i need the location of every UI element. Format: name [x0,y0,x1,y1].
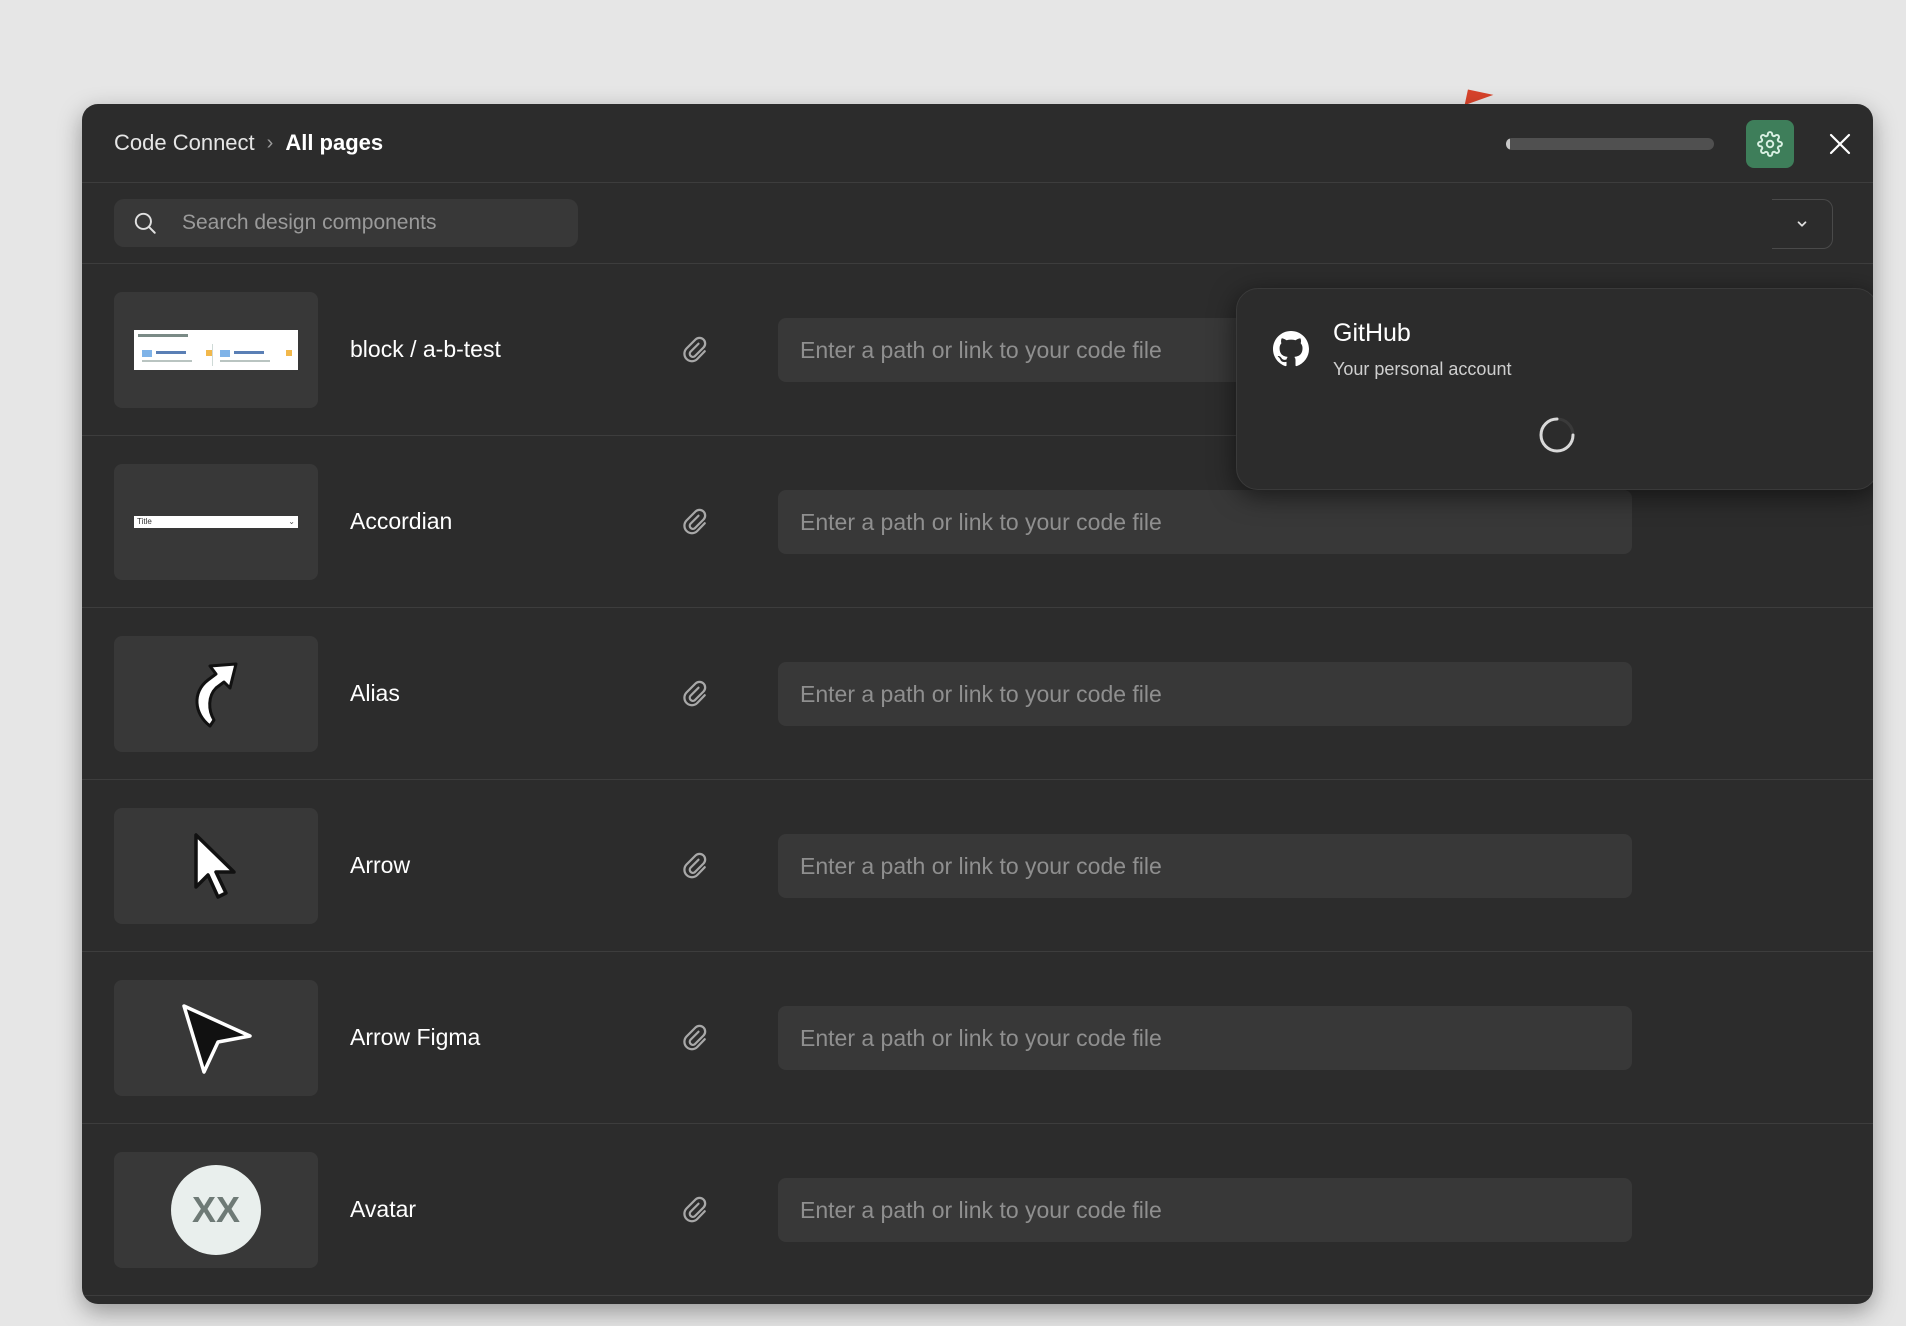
link-button[interactable] [676,1190,716,1230]
progress-bar [1506,138,1714,150]
component-thumbnail [114,980,318,1096]
alias-arrow-icon [195,662,238,728]
component-name: block / a-b-test [350,336,501,362]
modal-header: Code Connect › All pages [82,104,1873,183]
code-path-input[interactable] [778,490,1632,554]
search-input[interactable] [180,210,564,236]
close-icon [1829,133,1851,155]
link-button[interactable] [676,1018,716,1058]
accordion-preview: Title ⌄ [134,516,298,528]
chevron-down-icon: ⌄ [288,517,295,526]
link-button[interactable] [676,502,716,542]
link-button[interactable] [676,330,716,370]
component-name: Avatar [350,1196,417,1222]
component-row: Arrow Figma [82,952,1873,1124]
avatar-preview: XX [171,1165,261,1255]
link-button[interactable] [676,674,716,714]
link-icon [683,1196,707,1223]
accordion-preview-title: Title [137,517,152,526]
component-thumbnail: XX [114,1152,318,1268]
chevron-down-icon [1797,221,1807,227]
cursor-arrow-icon [194,833,236,899]
filter-dropdown[interactable] [1772,199,1833,249]
component-name: Arrow Figma [350,1024,481,1050]
component-name: Arrow [350,852,411,878]
settings-button[interactable] [1746,120,1794,168]
close-button[interactable] [1820,124,1860,164]
figma-arrow-icon [182,1004,252,1074]
code-path-input[interactable] [778,662,1632,726]
progress-fill [1506,138,1511,150]
search-icon [132,209,160,237]
component-row: XX Avatar [82,1124,1873,1296]
link-icon [683,1024,707,1051]
ab-test-preview [134,330,298,370]
code-path-input[interactable] [778,834,1632,898]
link-icon [683,680,707,707]
loading-spinner-icon [1539,417,1575,453]
github-account-popover: GitHub Your personal account [1236,288,1873,490]
component-thumbnail: Title ⌄ [114,464,318,580]
link-icon [683,336,707,363]
component-name: Alias [350,680,400,706]
link-icon [683,508,707,535]
component-row: Alias [82,608,1873,780]
toolbar [82,183,1873,264]
code-path-input[interactable] [778,1178,1632,1242]
github-icon [1273,331,1309,367]
component-thumbnail [114,292,318,408]
component-thumbnail [114,636,318,752]
component-row: Arrow [82,780,1873,952]
chevron-right-icon: › [266,131,274,154]
code-connect-modal: Code Connect › All pages Search design c… [82,104,1873,1304]
code-path-input[interactable] [778,1006,1632,1070]
breadcrumb-root[interactable]: Code Connect [114,130,255,156]
component-name: Accordian [350,508,453,534]
component-thumbnail [114,808,318,924]
breadcrumb: Code Connect › All pages [114,104,383,182]
search-box[interactable] [114,199,578,247]
gear-icon [1757,131,1783,157]
link-icon [683,852,707,879]
popover-subtitle: Your personal account [1333,359,1512,379]
link-button[interactable] [676,846,716,886]
breadcrumb-current: All pages [285,130,384,155]
popover-title: GitHub [1333,319,1411,347]
